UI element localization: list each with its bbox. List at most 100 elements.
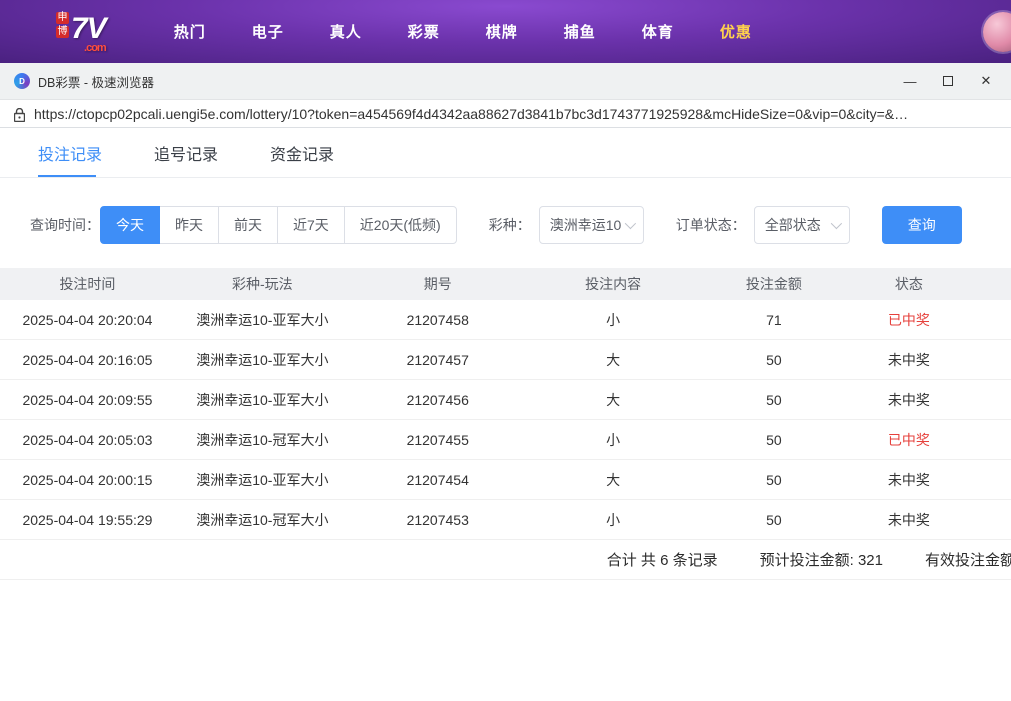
header-issue: 期号 (350, 274, 526, 294)
content-cell: 大 (526, 350, 701, 370)
amount-cell: 71 (701, 312, 848, 328)
table-body: 2025-04-04 20:20:04 澳洲幸运10-亚军大小 21207458… (0, 300, 1011, 540)
play-cell: 澳洲幸运10-冠军大小 (175, 510, 350, 530)
bet-time-cell: 2025-04-04 20:09:55 (0, 392, 175, 408)
maximize-button[interactable] (929, 63, 967, 99)
play-cell: 澳洲幸运10-亚军大小 (175, 310, 350, 330)
table-row: 2025-04-04 20:09:55 澳洲幸运10-亚军大小 21207456… (0, 380, 1011, 420)
amount-cell: 50 (701, 352, 848, 368)
status-cell: 未中奖 (847, 470, 970, 490)
lock-icon (14, 108, 25, 122)
nav-item-lottery[interactable]: 彩票 (400, 15, 448, 48)
chevron-down-icon (624, 218, 635, 229)
time-filter-group: 今天 昨天 前天 近7天 近20天(低频) (100, 206, 457, 244)
amount-cell: 50 (701, 392, 848, 408)
time-option-today[interactable]: 今天 (100, 206, 160, 244)
nav-item-live[interactable]: 真人 (322, 15, 370, 48)
table-row: 2025-04-04 20:20:04 澳洲幸运10-亚军大小 21207458… (0, 300, 1011, 340)
nav-item-cards[interactable]: 棋牌 (478, 15, 526, 48)
play-cell: 澳洲幸运10-亚军大小 (175, 470, 350, 490)
bet-time-cell: 2025-04-04 20:16:05 (0, 352, 175, 368)
play-cell: 澳洲幸运10-亚军大小 (175, 390, 350, 410)
url-bar[interactable]: https://ctopcp02pcali.uengi5e.com/lotter… (0, 100, 1011, 128)
table-row: 2025-04-04 20:00:15 澳洲幸运10-亚军大小 21207454… (0, 460, 1011, 500)
browser-title-bar: D DB彩票 - 极速浏览器 — ✕ (0, 63, 1011, 100)
issue-cell: 21207457 (350, 352, 526, 368)
table-header-row: 投注时间 彩种-玩法 期号 投注内容 投注金额 状态 (0, 268, 1011, 300)
tab-bet-records[interactable]: 投注记录 (38, 128, 102, 177)
status-cell: 已中奖 (847, 310, 970, 330)
nav-item-fishing[interactable]: 捕鱼 (556, 15, 604, 48)
header-status: 状态 (847, 274, 970, 294)
time-option-7days[interactable]: 近7天 (277, 206, 345, 244)
tab-chase-records[interactable]: 追号记录 (154, 128, 218, 177)
window-controls: — ✕ (891, 63, 1005, 99)
amount-cell: 50 (701, 432, 848, 448)
search-button[interactable]: 查询 (882, 206, 962, 244)
issue-cell: 21207458 (350, 312, 526, 328)
issue-cell: 21207455 (350, 432, 526, 448)
close-button[interactable]: ✕ (967, 63, 1005, 99)
time-filter-label: 查询时间： (30, 215, 100, 235)
content-cell: 小 (526, 510, 701, 530)
summary-valid: 有效投注金额 (925, 549, 1011, 570)
chevron-down-icon (830, 218, 841, 229)
lottery-filter-label: 彩种： (489, 215, 531, 235)
lottery-select[interactable]: 澳洲幸运10 (539, 206, 644, 244)
amount-cell: 50 (701, 472, 848, 488)
status-cell: 未中奖 (847, 510, 970, 530)
order-status-select[interactable]: 全部状态 (754, 206, 850, 244)
minimize-button[interactable]: — (891, 63, 929, 99)
logo-main: 7V.com (71, 14, 106, 53)
issue-cell: 21207453 (350, 512, 526, 528)
time-option-yesterday[interactable]: 昨天 (159, 206, 219, 244)
avatar[interactable] (983, 12, 1011, 52)
browser-app-icon: D (14, 73, 30, 89)
site-header: 申 博 7V.com 热门 电子 真人 彩票 棋牌 捕鱼 体育 优惠 (0, 0, 1011, 63)
order-status-value: 全部状态 (765, 215, 821, 235)
bet-records-table: 投注时间 彩种-玩法 期号 投注内容 投注金额 状态 2025-04-04 20… (0, 268, 1011, 540)
header-content: 投注内容 (526, 274, 701, 294)
url-text: https://ctopcp02pcali.uengi5e.com/lotter… (34, 106, 908, 122)
header-amount: 投注金额 (701, 274, 848, 294)
content-cell: 大 (526, 390, 701, 410)
summary-expected: 预计投注金额: 321 (760, 549, 883, 570)
play-cell: 澳洲幸运10-亚军大小 (175, 350, 350, 370)
status-cell: 未中奖 (847, 350, 970, 370)
status-filter-label: 订单状态： (676, 215, 746, 235)
bet-time-cell: 2025-04-04 20:20:04 (0, 312, 175, 328)
amount-cell: 50 (701, 512, 848, 528)
maximize-icon (943, 76, 953, 86)
bet-time-cell: 2025-04-04 20:05:03 (0, 432, 175, 448)
time-option-20days[interactable]: 近20天(低频) (344, 206, 457, 244)
content-cell: 大 (526, 470, 701, 490)
logo-char-1: 申 (56, 12, 69, 24)
content-cell: 小 (526, 430, 701, 450)
logo-chars: 申 博 (56, 12, 69, 38)
tab-fund-records[interactable]: 资金记录 (270, 128, 334, 177)
table-row: 2025-04-04 19:55:29 澳洲幸运10-冠军大小 21207453… (0, 500, 1011, 540)
time-option-daybefore[interactable]: 前天 (218, 206, 278, 244)
nav-item-hot[interactable]: 热门 (166, 15, 214, 48)
window-title: DB彩票 - 极速浏览器 (38, 72, 154, 91)
bet-time-cell: 2025-04-04 20:00:15 (0, 472, 175, 488)
filter-bar: 查询时间： 今天 昨天 前天 近7天 近20天(低频) 彩种： 澳洲幸运10 订… (0, 178, 1011, 244)
site-logo[interactable]: 申 博 7V.com (56, 12, 106, 51)
table-row: 2025-04-04 20:05:03 澳洲幸运10-冠军大小 21207455… (0, 420, 1011, 460)
logo-char-2: 博 (56, 26, 69, 38)
issue-cell: 21207456 (350, 392, 526, 408)
logo-suffix: .com (71, 44, 106, 53)
summary-total: 合计 共 6 条记录 (607, 549, 718, 570)
table-row: 2025-04-04 20:16:05 澳洲幸运10-亚军大小 21207457… (0, 340, 1011, 380)
header-play: 彩种-玩法 (175, 274, 350, 294)
main-nav: 热门 电子 真人 彩票 棋牌 捕鱼 体育 优惠 (136, 15, 760, 48)
nav-item-slots[interactable]: 电子 (244, 15, 292, 48)
header-bet-time: 投注时间 (0, 274, 175, 294)
content-cell: 小 (526, 310, 701, 330)
lottery-select-value: 澳洲幸运10 (550, 215, 622, 235)
nav-item-promo[interactable]: 优惠 (712, 15, 760, 48)
issue-cell: 21207454 (350, 472, 526, 488)
play-cell: 澳洲幸运10-冠军大小 (175, 430, 350, 450)
status-cell: 未中奖 (847, 390, 970, 410)
nav-item-sports[interactable]: 体育 (634, 15, 682, 48)
